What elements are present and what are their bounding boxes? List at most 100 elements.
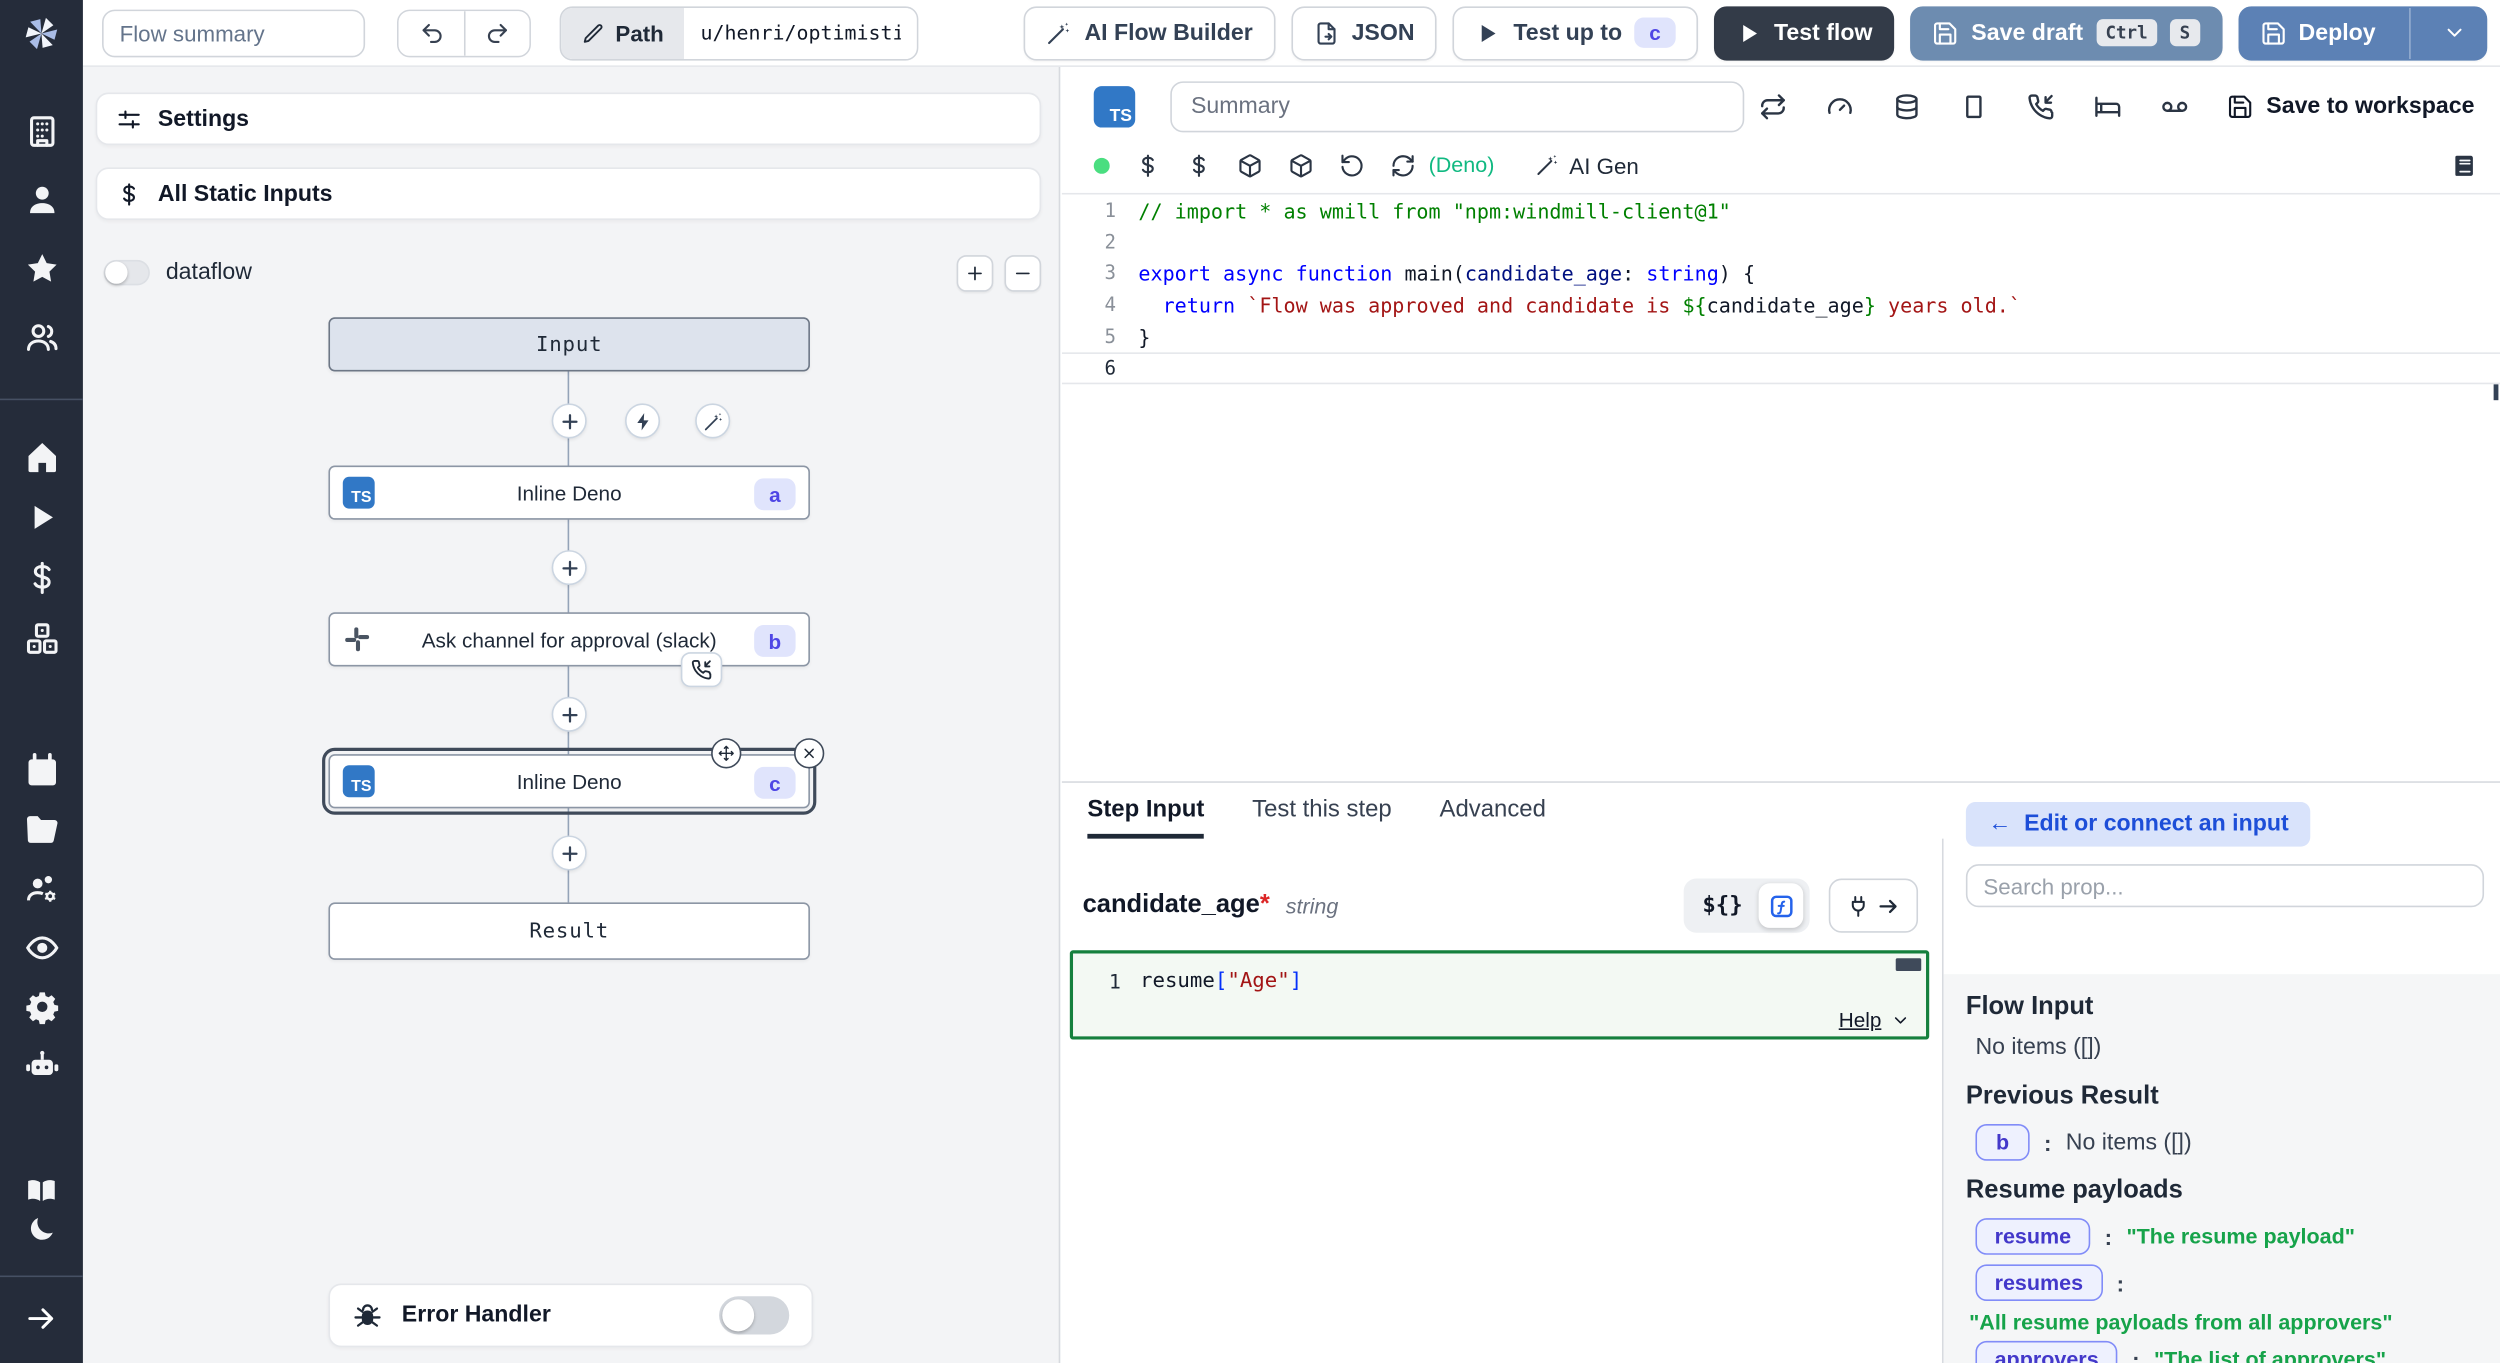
redo-button[interactable] (464, 10, 529, 55)
home-icon[interactable] (23, 438, 60, 475)
help-link[interactable]: Help (1839, 1008, 1882, 1032)
static-variables-icon[interactable] (1186, 152, 1212, 178)
code-line[interactable]: 6 (1062, 353, 2500, 384)
variables-icon[interactable] (1135, 152, 1161, 178)
graph-node-input[interactable]: Input (328, 317, 810, 371)
graph-node-b[interactable]: Ask channel for approval (slack) b (328, 612, 810, 666)
book-open-icon[interactable] (26, 1175, 58, 1207)
expression-scrollbar[interactable] (1896, 958, 1922, 971)
sleep-bed-icon[interactable] (2094, 92, 2123, 121)
undo-button[interactable] (399, 10, 464, 55)
prop-badge-b[interactable]: b (1975, 1124, 2029, 1161)
graph-node-result[interactable]: Result (328, 902, 810, 959)
mock-square-icon[interactable] (1960, 92, 1989, 121)
code-token: ) { (1719, 262, 1755, 286)
windmill-logo[interactable] (0, 11, 83, 56)
ai-flow-builder-button[interactable]: AI Flow Builder (1024, 6, 1275, 60)
code-token: ${ (1682, 293, 1706, 317)
sidebar-expand-button[interactable] (0, 1301, 83, 1336)
deno-runtime-label[interactable]: (Deno) (1429, 153, 1495, 177)
test-flow-button[interactable]: Test flow (1713, 6, 1894, 60)
plus-icon (559, 843, 580, 864)
step-summary-input[interactable] (1170, 81, 1744, 132)
code-line[interactable]: 3export async function main(candidate_ag… (1062, 259, 2500, 290)
library-book-icon[interactable] (2452, 152, 2478, 178)
code-line[interactable]: 2 (1062, 227, 2500, 258)
cache-database-icon[interactable] (1893, 92, 1922, 121)
path-input[interactable] (685, 7, 918, 58)
calendar-icon[interactable] (23, 753, 60, 790)
refresh-icon[interactable] (1390, 152, 1416, 178)
ai-step-button[interactable] (695, 403, 730, 438)
code-token: return (1163, 293, 1236, 317)
insert-step-button[interactable] (552, 403, 587, 438)
package-icon[interactable] (1237, 152, 1263, 178)
path-label[interactable]: Path (561, 7, 684, 58)
moon-icon[interactable] (26, 1213, 58, 1245)
boxes-icon[interactable] (23, 620, 60, 657)
test-up-to-button[interactable]: Test up to c (1453, 6, 1698, 60)
field-controls: ${} (1683, 879, 1918, 933)
users-icon[interactable] (23, 319, 60, 356)
prop-badge-resumes[interactable]: resumes (1975, 1264, 2102, 1301)
code-editor[interactable]: 1// import * as wmill from "npm:windmill… (1062, 196, 2500, 781)
concurrency-gauge-icon[interactable] (1826, 92, 1855, 121)
deploy-main[interactable]: Deploy (2240, 20, 2397, 46)
gear-icon[interactable] (23, 989, 60, 1026)
expression-editor[interactable]: 1 resume["Age"] Help (1070, 950, 1929, 1039)
colon: : (2105, 1224, 2112, 1250)
reset-icon[interactable] (1339, 152, 1365, 178)
folder-icon[interactable] (23, 812, 60, 849)
template-string-option[interactable]: ${} (1702, 893, 1742, 919)
user-icon[interactable] (23, 182, 60, 219)
insert-step-button[interactable] (552, 697, 587, 732)
flow-summary-input[interactable] (102, 9, 365, 57)
code-line[interactable]: 5} (1062, 322, 2500, 353)
tab-step-input[interactable]: Step Input (1087, 783, 1204, 839)
error-handler-card[interactable]: Error Handler (328, 1283, 813, 1347)
ai-gen-button[interactable]: AI Gen (1536, 152, 1639, 178)
dependencies-icon[interactable] (1288, 152, 1314, 178)
deploy-dropdown[interactable] (2423, 21, 2485, 45)
expression-help[interactable]: Help (1839, 1008, 1910, 1032)
line-number: 2 (1062, 227, 1116, 258)
graph-node-c-selected[interactable]: TS Inline Deno c (328, 754, 810, 808)
code-line[interactable]: 4 return `Flow was approved and candidat… (1062, 290, 2500, 321)
previous-result-row: b : No items ([]) (1975, 1124, 2477, 1161)
users-cog-icon[interactable] (23, 871, 60, 908)
tab-test-this-step[interactable]: Test this step (1252, 783, 1392, 839)
insert-step-button[interactable] (552, 550, 587, 585)
deploy-separator (2409, 7, 2411, 58)
prop-badge-approvers[interactable]: approvers (1975, 1341, 2117, 1363)
previous-result-section: Previous Result b : No items ([]) (1966, 1083, 2478, 1161)
json-button[interactable]: JSON (1291, 6, 1437, 60)
error-handler-toggle[interactable] (719, 1296, 789, 1334)
delete-node-button[interactable] (794, 738, 824, 768)
suspend-phone-icon[interactable] (2027, 92, 2056, 121)
connect-input-button[interactable] (1829, 879, 1918, 933)
star-icon[interactable] (23, 250, 60, 287)
prop-badge-resume[interactable]: resume (1975, 1218, 2090, 1255)
trigger-button[interactable] (625, 403, 660, 438)
javascript-mode-selected[interactable] (1759, 883, 1804, 928)
tab-advanced[interactable]: Advanced (1440, 783, 1546, 839)
play-icon[interactable] (23, 499, 60, 536)
insert-step-button[interactable] (552, 835, 587, 870)
lifetime-voicemail-icon[interactable] (2161, 92, 2190, 121)
search-prop-input[interactable] (1966, 864, 2484, 907)
code-line[interactable]: 1// import * as wmill from "npm:windmill… (1062, 196, 2500, 227)
move-node-button[interactable] (711, 738, 741, 768)
graph-node-a[interactable]: TS Inline Deno a (328, 466, 810, 520)
edit-or-connect-button[interactable]: ← Edit or connect an input (1966, 802, 2311, 847)
save-draft-button[interactable]: Save draft Ctrl S (1911, 6, 2222, 60)
bot-icon[interactable] (23, 1048, 60, 1085)
save-to-workspace-button[interactable]: Save to workspace (2228, 94, 2474, 120)
building-icon[interactable] (23, 113, 60, 150)
dollar-icon[interactable] (23, 560, 60, 597)
retry-icon[interactable] (1759, 92, 1788, 121)
flow-graph: Input TS Inline Deno a Ask channel for a… (83, 67, 1059, 1363)
eye-icon[interactable] (23, 930, 60, 967)
suspend-approval-chip[interactable] (681, 652, 722, 687)
deploy-button[interactable]: Deploy (2238, 6, 2487, 60)
edit-or-connect-label: Edit or connect an input (2024, 812, 2289, 838)
